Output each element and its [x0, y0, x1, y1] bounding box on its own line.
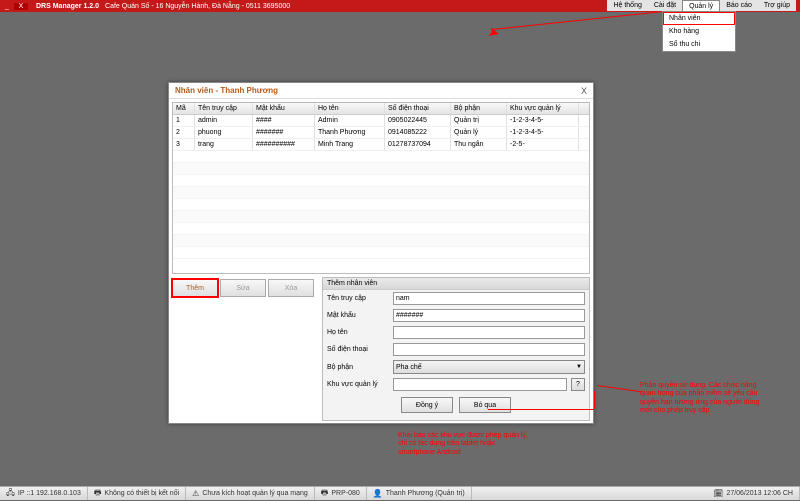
dialog-titlebar: Nhân viên - Thanh Phương X — [169, 83, 593, 99]
annotation-text-1: Khai báo các khu vực được phép quản lý, … — [398, 432, 532, 457]
status-ip: 🖧IP ::1 192.168.0.103 — [0, 487, 88, 500]
ok-button[interactable]: Đồng ý — [401, 397, 453, 413]
printer-icon: 🖶 — [321, 487, 329, 501]
minimize-button[interactable]: _ — [0, 3, 14, 10]
col-ma[interactable]: Mã — [173, 103, 195, 114]
xoa-button[interactable]: Xóa — [268, 279, 314, 297]
annotation-line — [597, 385, 641, 392]
input-mat-khau[interactable] — [393, 309, 585, 322]
menu-bao-cao[interactable]: Báo cáo — [720, 0, 758, 11]
status-device: 🖶Không có thiết bị kết nối — [88, 487, 186, 500]
dropdown-kho-hang[interactable]: Kho hàng — [663, 25, 735, 38]
label-khu-vuc: Khu vực quản lý — [327, 381, 389, 388]
status-network: ⚠Chưa kích hoạt quản lý qua mạng — [186, 487, 315, 500]
select-bo-phan[interactable]: Pha chế▼ — [393, 360, 585, 374]
table-row[interactable]: 1admin####Admin0905022445Quản trị-1-2-3-… — [173, 115, 589, 127]
user-icon: 👤 — [373, 489, 383, 498]
menu-quan-ly[interactable]: Quản lý — [682, 0, 720, 11]
annotation-line — [594, 391, 595, 409]
grid-header: Mã Tên truy cập Mật khẩu Họ tên Số điện … — [173, 103, 589, 115]
dialog-nhan-vien: Nhân viên - Thanh Phương X Mã Tên truy c… — [168, 82, 594, 424]
employee-grid[interactable]: Mã Tên truy cập Mật khẩu Họ tên Số điện … — [172, 102, 590, 274]
annotation-arrow-icon: ➤ — [486, 23, 502, 43]
col-ten-truy-cap[interactable]: Tên truy cập — [195, 103, 253, 114]
help-button[interactable]: ? — [571, 378, 585, 391]
label-ten-truy-cap: Tên truy cập — [327, 295, 389, 302]
device-icon: 🖶 — [94, 487, 102, 501]
action-buttons: Thêm Sửa Xóa — [172, 277, 322, 421]
menu-bar: Hệ thống Cài đặt Quản lý Báo cáo Trợ giú… — [607, 0, 796, 12]
dialog-close-button[interactable]: X — [581, 86, 587, 96]
chevron-down-icon: ▼ — [576, 364, 582, 370]
them-button[interactable]: Thêm — [172, 279, 218, 297]
menu-dropdown: Nhân viên Kho hàng Sổ thu chi — [662, 11, 736, 52]
menu-he-thong[interactable]: Hệ thống — [607, 0, 647, 11]
dropdown-so-thu-chi[interactable]: Sổ thu chi — [663, 38, 735, 51]
status-bar: 🖧IP ::1 192.168.0.103 🖶Không có thiết bị… — [0, 486, 800, 500]
col-khu-vuc[interactable]: Khu vực quản lý — [507, 103, 579, 114]
table-row[interactable]: 3trang##########Minh Trang01278737094Thu… — [173, 139, 589, 151]
col-dien-thoai[interactable]: Số điện thoại — [385, 103, 451, 114]
close-button[interactable]: X — [14, 3, 28, 10]
app-subtitle: Cafe Quán Số - 16 Nguyễn Hành, Đà Nẵng -… — [105, 3, 290, 10]
add-employee-form: Thêm nhân viên Tên truy cập Mật khẩu Họ … — [322, 277, 590, 421]
col-mat-khau[interactable]: Mật khẩu — [253, 103, 315, 114]
calendar-icon: 🗓 — [713, 489, 723, 498]
status-user: 👤Thanh Phương (Quản trị) — [367, 487, 472, 500]
label-dien-thoai: Số điện thoại — [327, 346, 389, 353]
menu-cai-dat[interactable]: Cài đặt — [648, 0, 682, 11]
menu-tro-giup[interactable]: Trợ giúp — [758, 0, 796, 11]
status-prp: 🖶PRP-080 — [315, 487, 367, 500]
input-dien-thoai[interactable] — [393, 343, 585, 356]
label-bo-phan: Bộ phận — [327, 364, 389, 371]
cancel-button[interactable]: Bỏ qua — [459, 397, 511, 413]
app-title: DRS Manager 1.2.0 — [36, 3, 99, 10]
label-ho-ten: Họ tên — [327, 329, 389, 336]
annotation-line — [492, 10, 671, 30]
form-title: Thêm nhân viên — [323, 278, 589, 290]
status-time: 🗓27/06/2013 12:06 CH — [707, 487, 800, 500]
label-mat-khau: Mật khẩu — [327, 312, 389, 319]
table-row[interactable]: 2phuong#######Thanh Phương0914085222Quản… — [173, 127, 589, 139]
network-icon: 🖧 — [6, 487, 15, 501]
annotation-text-2: Phân quyền sử dụng. Các chức năng quan t… — [640, 382, 770, 416]
input-ten-truy-cap[interactable] — [393, 292, 585, 305]
col-bo-phan[interactable]: Bộ phận — [451, 103, 507, 114]
dialog-title: Nhân viên - Thanh Phương — [175, 86, 278, 95]
input-khu-vuc[interactable] — [393, 378, 567, 391]
input-ho-ten[interactable] — [393, 326, 585, 339]
sua-button[interactable]: Sửa — [220, 279, 266, 297]
dropdown-nhan-vien[interactable]: Nhân viên — [663, 12, 735, 25]
warning-icon: ⚠ — [192, 489, 199, 498]
col-ho-ten[interactable]: Họ tên — [315, 103, 385, 114]
